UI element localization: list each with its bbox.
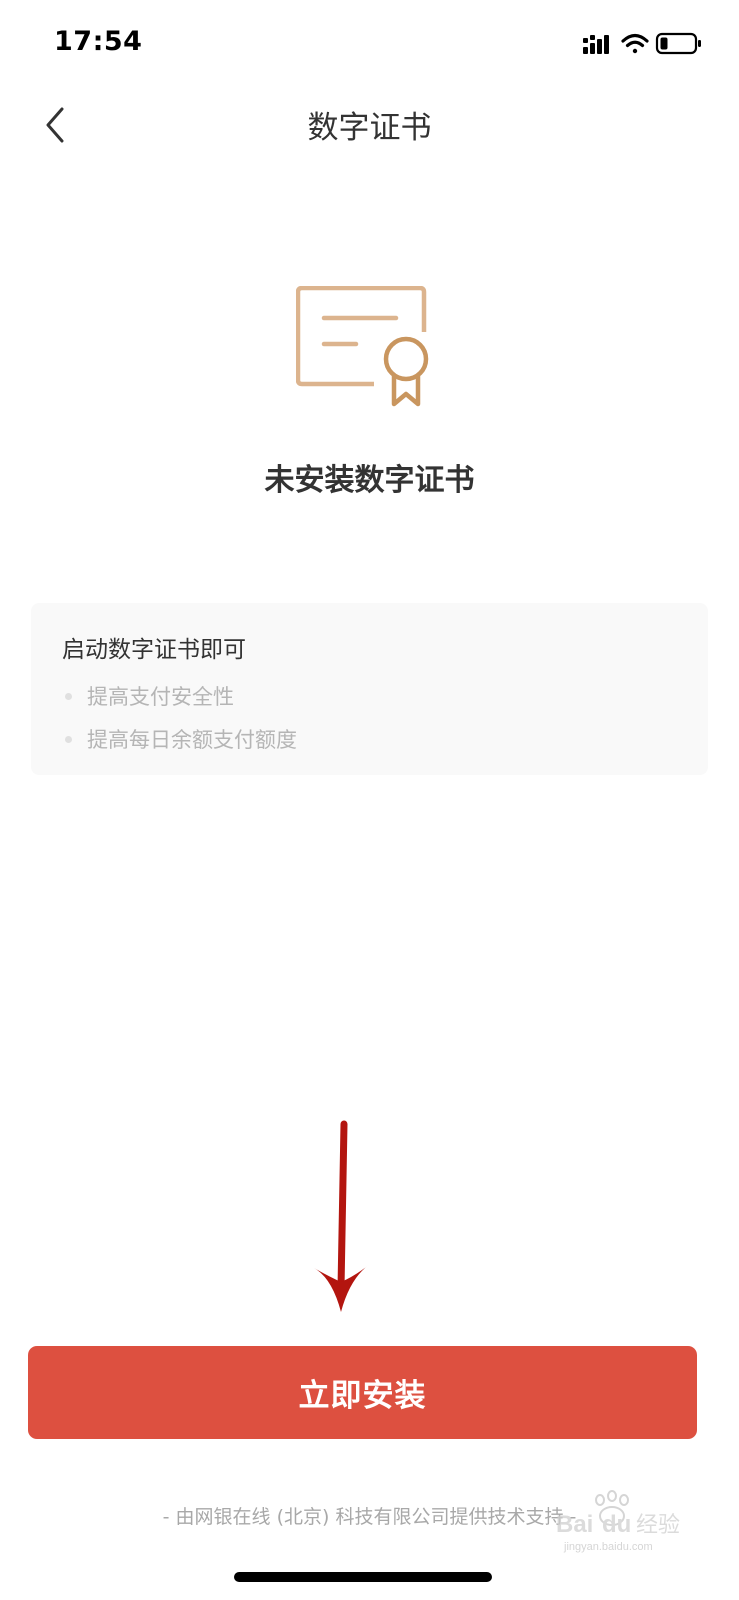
cert-status-headline: 未安装数字证书 [264, 463, 475, 498]
nav-bar: 数字证书 [0, 90, 739, 160]
info-card: 启动数字证书即可 提高支付安全性 提高每日余额支付额度 [31, 603, 708, 775]
page-title: 数字证书 [307, 110, 432, 146]
status-icons [583, 32, 701, 55]
svg-text:经验: 经验 [636, 1513, 680, 1538]
annotation-arrow-icon [314, 1120, 370, 1312]
list-item: 提高支付安全性 [65, 681, 234, 711]
battery-icon [655, 32, 701, 55]
svg-text:du: du [602, 1511, 631, 1538]
info-card-title: 启动数字证书即可 [62, 637, 246, 663]
status-bar: 17:54 [0, 0, 739, 90]
install-button-label: 立即安装 [298, 1378, 427, 1414]
status-time: 17:54 [54, 26, 143, 57]
signal-icon [583, 35, 609, 54]
home-indicator[interactable] [234, 1572, 492, 1582]
bullet-dot [65, 692, 72, 700]
list-item-label: 提高每日余额支付额度 [87, 728, 297, 752]
baidu-watermark-logo: Bai du 经验 jingyan.baidu.com [556, 1490, 680, 1553]
install-button[interactable]: 立即安装 [28, 1346, 697, 1439]
list-item-label: 提高支付安全性 [87, 685, 234, 709]
svg-text:Bai: Bai [556, 1511, 593, 1538]
wifi-icon [621, 33, 649, 54]
bullet-dot [65, 735, 72, 743]
svg-text:jingyan.baidu.com: jingyan.baidu.com [563, 1541, 653, 1553]
certificate-icon [296, 286, 429, 407]
list-item: 提高每日余额支付额度 [65, 724, 297, 754]
